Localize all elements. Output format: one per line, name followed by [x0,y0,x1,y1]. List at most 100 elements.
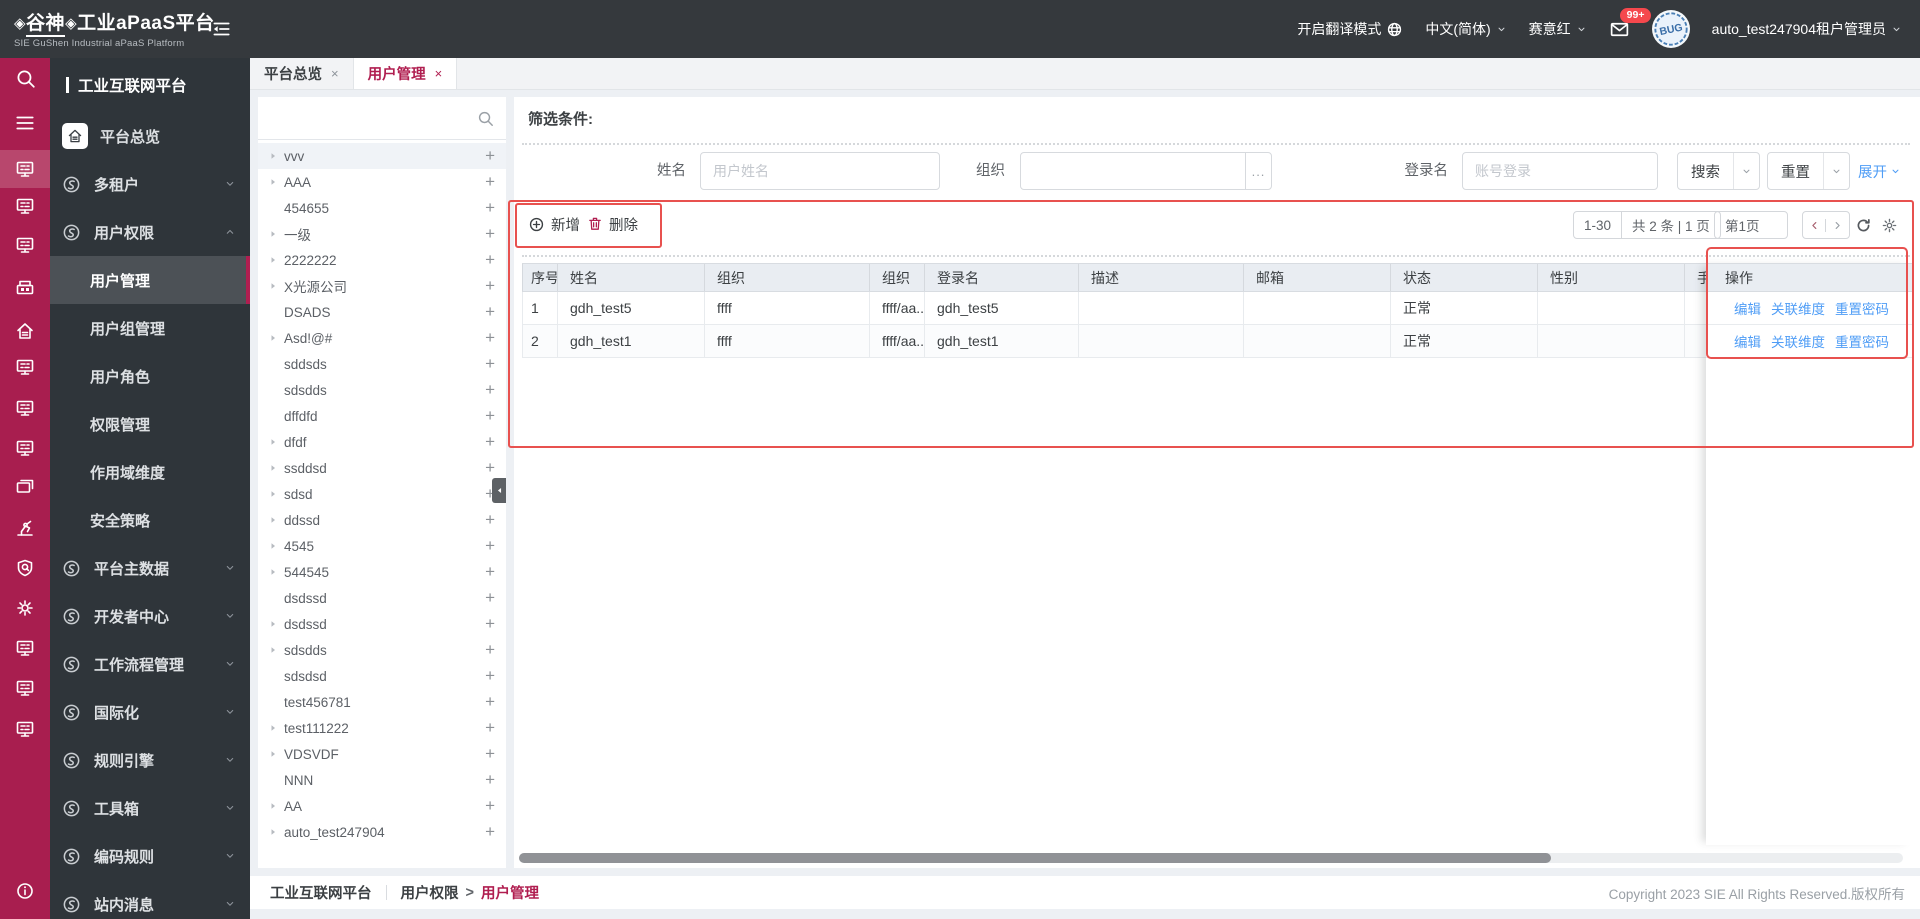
name-input[interactable]: 用户姓名 [700,152,940,190]
tree-node-22[interactable]: test111222 + [258,715,506,741]
tree-node-12[interactable]: ssddsd + [258,455,506,481]
add-button[interactable]: 新增 [528,206,580,242]
sidebar-item-0[interactable]: 平台总览 [50,112,250,160]
tree-node-11[interactable]: dfdf + [258,429,506,455]
tree-node-6[interactable]: DSADS + [258,299,506,325]
op-link-编辑[interactable]: 编辑 [1734,331,1761,351]
tree-node-19[interactable]: sdsdds + [258,637,506,663]
screen-icon[interactable] [0,348,50,386]
add-node-button[interactable]: + [485,458,495,477]
tree-node-25[interactable]: AA + [258,793,506,819]
tree-node-4[interactable]: 2222222 + [258,247,506,273]
robot-icon[interactable] [0,509,50,547]
add-node-button[interactable]: + [485,640,495,659]
tree-search-input[interactable] [258,97,506,140]
caret-right-icon[interactable] [268,229,282,239]
tab-0[interactable]: 平台总览 × [250,58,354,89]
add-node-button[interactable]: + [485,380,495,399]
caret-right-icon[interactable] [268,541,282,551]
table-row[interactable]: 2 gdh_test1 ffff ffff/aa... gdh_test1 正常 [522,325,1707,358]
sidebar-item-14[interactable]: 工具箱 [50,784,250,832]
tree-node-26[interactable]: auto_test247904 + [258,819,506,845]
table-settings-gear-icon[interactable] [1881,211,1898,239]
caret-right-icon[interactable] [268,723,282,733]
add-node-button[interactable]: + [485,224,495,243]
add-node-button[interactable]: + [485,354,495,373]
caret-right-icon[interactable] [268,489,282,499]
add-node-button[interactable]: + [485,328,495,347]
tree-node-7[interactable]: Asd!@# + [258,325,506,351]
add-node-button[interactable]: + [485,536,495,555]
tree-node-5[interactable]: X光源公司 + [258,273,506,299]
add-node-button[interactable]: + [485,406,495,425]
tree-node-9[interactable]: sdsdds + [258,377,506,403]
sidebar-item-11[interactable]: 工作流程管理 [50,640,250,688]
caret-right-icon[interactable] [268,255,282,265]
add-node-button[interactable]: + [485,146,495,165]
org-picker-button[interactable]: ... [1245,152,1272,190]
tree-node-13[interactable]: sdsd + [258,481,506,507]
messages-button[interactable]: 99+ [1609,7,1652,40]
screen-icon[interactable] [0,226,50,264]
add-node-button[interactable]: + [485,562,495,581]
chevron-down-icon[interactable] [1823,153,1849,189]
add-node-button[interactable]: + [485,666,495,685]
menu-fold-icon[interactable] [210,18,232,40]
caret-right-icon[interactable] [268,281,282,291]
caret-right-icon[interactable] [268,749,282,759]
add-node-button[interactable]: + [485,172,495,191]
sidebar-item-4[interactable]: 用户组管理 [50,304,250,352]
avatar[interactable]: BUG [1651,10,1690,48]
tree-node-8[interactable]: sddsds + [258,351,506,377]
chevron-down-icon[interactable] [1733,153,1759,189]
screen-icon[interactable] [0,629,50,667]
search-button[interactable]: 搜索 [1677,152,1760,190]
add-node-button[interactable]: + [485,614,495,633]
sidebar-item-1[interactable]: 多租户 [50,160,250,208]
tree-node-14[interactable]: ddssd + [258,507,506,533]
tree-node-1[interactable]: AAA + [258,169,506,195]
add-node-button[interactable]: + [485,796,495,815]
close-tab-icon[interactable]: × [435,66,443,81]
op-link-重置密码[interactable]: 重置密码 [1835,298,1889,318]
tree-node-0[interactable]: vvv + [258,143,506,169]
caret-right-icon[interactable] [268,463,282,473]
add-node-button[interactable]: + [485,276,495,295]
close-tab-icon[interactable]: × [331,66,339,81]
menu-icon[interactable] [0,104,50,142]
add-node-button[interactable]: + [485,822,495,841]
sidebar-item-7[interactable]: 作用域维度 [50,448,250,496]
sidebar-item-2[interactable]: 用户权限 [50,208,250,256]
shield-icon[interactable] [0,549,50,587]
sidebar-item-5[interactable]: 用户角色 [50,352,250,400]
delete-button[interactable]: 删除 [587,206,638,242]
screen-icon[interactable] [0,710,50,748]
caret-right-icon[interactable] [268,177,282,187]
prev-page-button[interactable] [1803,218,1826,232]
info-icon[interactable] [0,872,50,910]
refresh-icon[interactable] [1855,211,1872,239]
tree-node-21[interactable]: test456781 + [258,689,506,715]
sidebar-item-3[interactable]: 用户管理 [50,256,250,304]
table-row[interactable]: 1 gdh_test5 ffff ffff/aa... gdh_test5 正常 [522,292,1707,325]
sidebar-item-6[interactable]: 权限管理 [50,400,250,448]
search-icon[interactable] [0,59,50,97]
page-number-input[interactable]: 第1页 [1714,211,1788,239]
tree-node-15[interactable]: 4545 + [258,533,506,559]
org-input[interactable] [1020,152,1246,190]
op-link-重置密码[interactable]: 重置密码 [1835,331,1889,351]
add-node-button[interactable]: + [485,692,495,711]
tree-node-10[interactable]: dffdfd + [258,403,506,429]
add-node-button[interactable]: + [485,744,495,763]
theme-select[interactable]: 赛意红 [1529,19,1587,39]
add-node-button[interactable]: + [485,198,495,217]
sidebar-item-9[interactable]: 平台主数据 [50,544,250,592]
screen-icon[interactable] [0,187,50,225]
breadcrumb-parent[interactable]: 用户权限 [401,882,459,903]
user-menu[interactable]: auto_test247904租户管理员 [1712,19,1902,39]
sidebar-item-15[interactable]: 编码规则 [50,832,250,880]
sidebar-item-10[interactable]: 开发者中心 [50,592,250,640]
caret-right-icon[interactable] [268,333,282,343]
printer-icon[interactable] [0,270,50,308]
caret-right-icon[interactable] [268,645,282,655]
